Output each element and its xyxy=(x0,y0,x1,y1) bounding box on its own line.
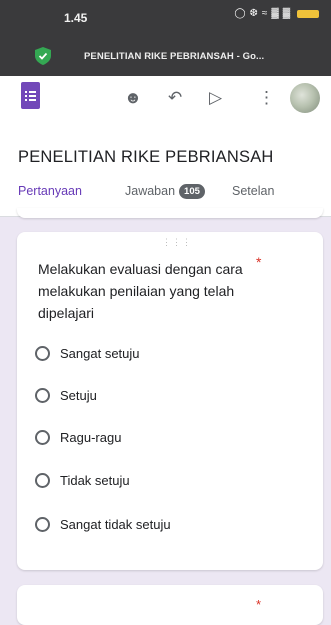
option-ragu-ragu[interactable]: Ragu-ragu xyxy=(35,426,121,448)
option-label: Tidak setuju xyxy=(60,472,130,488)
radio-icon[interactable] xyxy=(35,516,50,532)
option-label: Sangat setuju xyxy=(60,345,140,361)
tab-pertanyaan[interactable]: Pertanyaan xyxy=(18,184,82,198)
status-icons: ◯ ❆ ≈ ▓ ▓ xyxy=(234,8,319,19)
option-sangat-setuju[interactable]: Sangat setuju xyxy=(35,342,140,364)
tab-setelan[interactable]: Setelan xyxy=(232,184,274,198)
previous-question-card[interactable] xyxy=(17,208,323,218)
alarm-icon: ◯ xyxy=(234,8,246,19)
status-bar: 1.45 ◯ ❆ ≈ ▓ ▓ xyxy=(0,0,331,38)
send-icon[interactable]: ▷ xyxy=(209,88,222,108)
response-count-badge: 105 xyxy=(179,184,205,199)
radio-icon[interactable] xyxy=(35,429,50,445)
question-text[interactable]: Melakukan evaluasi dengan cara melakukan… xyxy=(38,258,263,324)
required-asterisk: * xyxy=(256,597,262,612)
undo-icon[interactable]: ↶ xyxy=(168,88,182,108)
radio-icon[interactable] xyxy=(35,345,50,361)
forms-app-header: ☻ ↶ ▷ ⋮ PENELITIAN RIKE PEBRIANSAH Perta… xyxy=(0,76,331,216)
option-label: Ragu-ragu xyxy=(60,429,122,445)
question-card[interactable]: ⋮⋮⋮ Melakukan evaluasi dengan cara melak… xyxy=(17,232,323,570)
avatar[interactable] xyxy=(290,83,320,113)
drag-handle-icon[interactable]: ⋮⋮⋮ xyxy=(162,237,192,248)
option-label: Setuju xyxy=(60,387,97,403)
status-time: 1.45 xyxy=(64,11,88,25)
tab-jawaban[interactable]: Jawaban 105 xyxy=(125,184,205,199)
option-tidak-setuju[interactable]: Tidak setuju xyxy=(35,469,130,491)
forms-logo-icon[interactable] xyxy=(21,82,40,109)
wifi-icon: ≈ xyxy=(261,8,268,19)
option-sangat-tidak-setuju[interactable]: Sangat tidak setuju xyxy=(35,513,171,535)
radio-icon[interactable] xyxy=(35,387,50,403)
browser-tab-title[interactable]: PENELITIAN RIKE PEBRIANSAH - Go... xyxy=(84,51,264,62)
shield-check-icon xyxy=(35,47,51,65)
required-asterisk: * xyxy=(256,254,262,270)
more-vert-icon[interactable]: ⋮ xyxy=(258,88,275,108)
battery-icon xyxy=(297,9,319,18)
page-title: PENELITIAN RIKE PEBRIANSAH xyxy=(18,148,274,166)
next-question-card[interactable]: * xyxy=(17,585,323,625)
mute-icon: ❆ xyxy=(249,8,258,19)
signal-icon: ▓ xyxy=(282,8,290,19)
signal-icon: ▓ xyxy=(271,8,279,19)
radio-icon[interactable] xyxy=(35,472,50,488)
tab-jawaban-label: Jawaban xyxy=(125,184,176,198)
option-label: Sangat tidak setuju xyxy=(60,516,171,532)
palette-icon[interactable]: ☻ xyxy=(124,88,142,108)
option-setuju[interactable]: Setuju xyxy=(35,384,97,406)
browser-tab-bar: PENELITIAN RIKE PEBRIANSAH - Go... xyxy=(0,38,331,76)
